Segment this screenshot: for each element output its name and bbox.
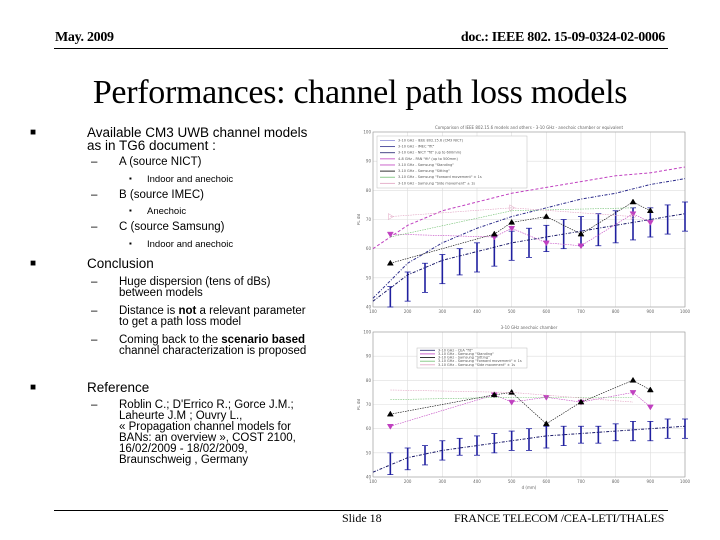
y-tick-label: 100 [363,130,371,135]
legend-entry: 3-10 GHz - IEEE 802.15.6 (CM3 NICT) [398,139,464,143]
bullet-reference: ■ Reference [30,380,150,395]
x-tick-label: 1000 [680,479,691,484]
chart-title: Comparison of IEEE 802.15.6 models and o… [435,125,623,130]
x-tick-label: 600 [543,309,551,314]
conclusion-item-2: – Distance is not a relevant parameter t… [91,305,306,328]
y-tick-label: 40 [366,305,372,310]
legend-entry: 3-10 GHz - Samsung "Standing" [398,163,454,167]
y-tick-label: 40 [366,475,372,480]
x-tick-label: 200 [404,479,412,484]
data-point [577,230,585,237]
x-tick-label: 800 [612,309,620,314]
chart-path-loss-comparison: Comparison of IEEE 802.15.6 models and o… [357,122,692,317]
sub-sub-bullet-a: ▪ Indoor and anechoic [129,174,234,185]
data-point [646,386,654,393]
legend-entry: 3-10 GHz - Samsung "Forward movement" ± … [398,175,482,179]
legend-entry: 3-10 GHz - Samsung "Sitting" [398,169,450,173]
x-tick-label: 300 [439,479,447,484]
data-point [508,388,516,395]
data-point [646,220,654,226]
y-axis-label: PL dB [357,399,361,410]
sub-sub-bullet-c: ▪ Indoor and anechoic [129,239,234,250]
data-point [646,404,654,411]
conclusion-item-1: – Huge dispersion (tens of dBs) between … [91,276,271,299]
slide-title: Performances: channel path loss models [92,74,628,111]
chart-svg-top: Comparison of IEEE 802.15.6 models and o… [357,125,691,314]
series-line [390,201,651,264]
y-tick-label: 90 [366,354,372,359]
series-line [390,380,651,425]
x-tick-label: 800 [612,479,620,484]
chart-path-loss-anechoic: 3-10 GHz anechoic chamber 100 200 300 400 500… [357,322,692,492]
x-tick-label: 300 [439,309,447,314]
sub-bullet-c: – C (source Samsung) [91,221,225,233]
x-axis-label: d (mm) [522,485,537,490]
x-tick-label: 900 [647,309,655,314]
y-tick-label: 60 [366,246,372,251]
data-point [629,198,637,205]
y-tick-label: 80 [366,188,372,193]
y-tick-label: 50 [366,450,372,455]
conclusion-item-3: – Coming back to the scenario based chan… [91,334,307,357]
legend-entry: 4-8 GHz - PAN "fit" (up to 500mm) [398,157,458,161]
data-point [490,230,498,237]
x-tick-label: 500 [508,479,516,484]
data-point [542,240,550,247]
bullet-available-line2: as in TG6 document : [87,138,216,153]
data-point [386,259,394,266]
y-tick-label: 90 [366,159,372,164]
y-tick-label: 50 [366,275,372,280]
legend-entry: 3-10 GHz - NICT "fit" (up to 600mm) [398,151,462,155]
reference-citation: – Roblin C.; D'Errico R.; Gorce J.M.; La… [91,399,296,466]
x-tick-label: 100 [369,309,377,314]
sub-bullet-a: – A (source NICT) [91,156,202,168]
data-point [542,420,550,427]
data-point [646,207,654,213]
sub-bullet-b: – B (source IMEC) [91,189,204,201]
x-tick-label: 500 [508,309,516,314]
x-tick-label: 700 [577,309,585,314]
header-date: May. 2009 [55,30,114,45]
y-tick-label: 70 [366,402,372,407]
x-tick-label: 100 [369,479,377,484]
x-tick-label: 400 [473,309,481,314]
bullet-available: ■ Available CM3 UWB channel models as in… [30,126,307,153]
legend-entry: 3-10 GHz - Samsung "Side movement" ± 1s [398,181,475,185]
x-tick-label: 400 [473,479,481,484]
footer-slide-number: Slide 18 [342,511,382,525]
chart-svg-bottom: 3-10 GHz anechoic chamber 100 200 300 400 500… [357,325,691,490]
sub-sub-bullet-b: ▪ Anechoic [129,206,187,217]
chart-title: 3-10 GHz anechoic chamber [501,325,558,330]
data-point [577,243,585,250]
y-axis-label: PL dB [357,214,361,225]
bullet-conclusion: ■ Conclusion [30,256,154,271]
data-point [542,213,550,219]
bullet-marker: ■ [30,382,37,393]
y-tick-label: 70 [366,217,372,222]
x-tick-label: 900 [647,479,655,484]
bullet-marker: ■ [30,258,37,269]
x-tick-label: 1000 [680,309,691,314]
data-point [386,231,394,238]
y-tick-label: 80 [366,378,372,383]
y-tick-label: 100 [363,330,371,335]
bullet-marker: ■ [30,127,37,138]
x-tick-label: 600 [543,479,551,484]
y-tick-label: 60 [366,426,372,431]
data-point [508,226,516,232]
data-point [386,410,394,417]
x-tick-label: 700 [577,479,585,484]
footer-organization: FRANCE TELECOM /CEA-LETI/THALES [454,511,665,525]
header-doc-id: doc.: IEEE 802. 15-09-0324-02-0006 [460,30,665,45]
legend-entry: 3-10 GHz - IMEC "fit" [398,145,435,149]
data-point [629,376,637,383]
legend-entry: 3-10 GHz - Samsung "Side movement" ± 1s [438,363,515,367]
x-tick-label: 200 [404,309,412,314]
header-divider [54,48,668,49]
